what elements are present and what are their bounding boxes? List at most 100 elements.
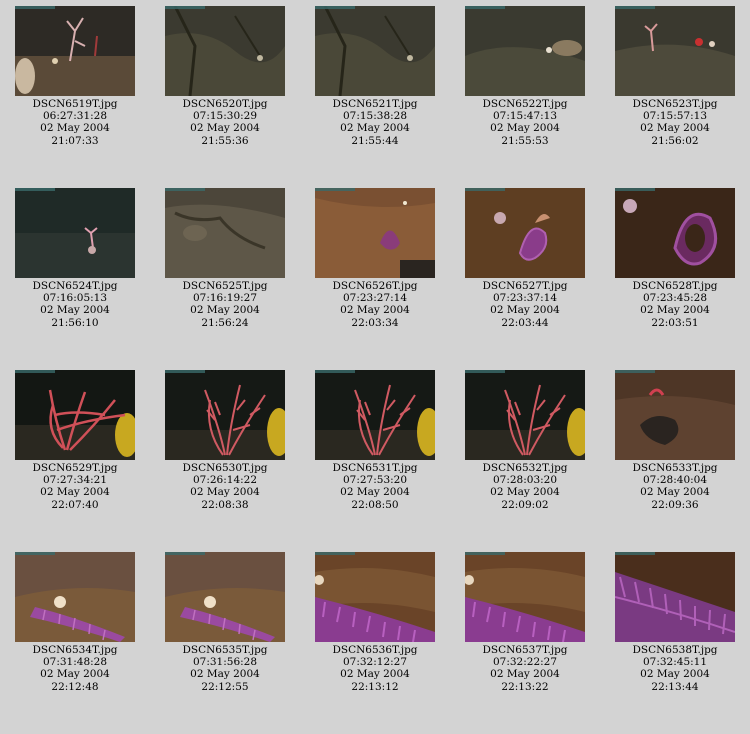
thumbnail-date: 02 May 2004 [340,122,410,135]
thumbnail-cell: DSCN6532T.jpg 07:28:03:20 02 May 2004 22:09… [450,370,600,511]
thumbnail-image[interactable] [315,188,435,278]
thumbnail-date: 02 May 2004 [40,122,110,135]
thumbnail-image[interactable] [615,552,735,642]
thumbnail-image[interactable] [315,370,435,460]
thumbnail-date: 02 May 2004 [340,668,410,681]
thumbnail-timecode: 07:28:03:20 [492,474,558,487]
thumbnail-filename[interactable]: DSCN6536T.jpg [300,644,450,656]
thumbnail-date: 02 May 2004 [340,304,410,317]
thumbnail-image[interactable] [165,6,285,96]
thumbnail-cell: DSCN6526T.jpg 07:23:27:14 02 May 2004 22:03… [300,188,450,329]
thumbnail-cell: DSCN6522T.jpg 07:15:47:13 02 May 2004 21:55… [450,6,600,147]
thumbnail-filename[interactable]: DSCN6521T.jpg [300,98,450,110]
thumbnail-caption: DSCN6525T.jpg 07:16:19:27 02 May 2004 21:56… [150,280,300,329]
thumbnail-image[interactable] [465,370,585,460]
thumbnail-image[interactable] [15,552,135,642]
thumbnail-cell: DSCN6531T.jpg 07:27:53:20 02 May 2004 22:08… [300,370,450,511]
thumbnail-time: 22:13:12 [351,680,399,693]
thumbnail-filename[interactable]: DSCN6527T.jpg [450,280,600,292]
thumbnail-filename[interactable]: DSCN6523T.jpg [600,98,750,110]
thumbnail-timecode: 07:28:40:04 [642,474,708,487]
thumbnail-time: 22:08:38 [201,498,249,511]
thumbnail-filename[interactable]: DSCN6533T.jpg [600,462,750,474]
thumbnail-cell: DSCN6533T.jpg 07:28:40:04 02 May 2004 22:09… [600,370,750,511]
thumbnail-date: 02 May 2004 [490,668,560,681]
thumbnail-date: 02 May 2004 [490,304,560,317]
thumbnail-date: 02 May 2004 [490,486,560,499]
thumbnail-filename[interactable]: DSCN6522T.jpg [450,98,600,110]
thumbnail-timecode: 07:31:48:28 [42,656,108,669]
thumbnail-time: 21:56:24 [201,316,249,329]
thumbnail-filename[interactable]: DSCN6532T.jpg [450,462,600,474]
thumbnail-caption: DSCN6519T.jpg 06:27:31:28 02 May 2004 21:07… [0,98,150,147]
thumbnail-date: 02 May 2004 [190,486,260,499]
thumbnail-image[interactable] [615,370,735,460]
thumbnail-caption: DSCN6524T.jpg 07:16:05:13 02 May 2004 21:56… [0,280,150,329]
thumbnail-date: 02 May 2004 [340,486,410,499]
thumbnail-filename[interactable]: DSCN6528T.jpg [600,280,750,292]
thumbnail-time: 22:09:02 [501,498,549,511]
thumbnail-filename[interactable]: DSCN6529T.jpg [0,462,150,474]
thumbnail-filename[interactable]: DSCN6537T.jpg [450,644,600,656]
thumbnail-date: 02 May 2004 [40,486,110,499]
thumbnail-time: 21:07:33 [51,134,99,147]
thumbnail-image[interactable] [465,6,585,96]
thumbnail-filename[interactable]: DSCN6520T.jpg [150,98,300,110]
thumbnail-caption: DSCN6528T.jpg 07:23:45:28 02 May 2004 22:03… [600,280,750,329]
thumbnail-time: 22:03:51 [651,316,699,329]
thumbnail-image[interactable] [465,552,585,642]
thumbnail-timecode: 07:23:27:14 [342,292,408,305]
thumbnail-image[interactable] [465,188,585,278]
thumbnail-caption: DSCN6536T.jpg 07:32:12:27 02 May 2004 22:13… [300,644,450,693]
thumbnail-caption: DSCN6527T.jpg 07:23:37:14 02 May 2004 22:03… [450,280,600,329]
thumbnail-time: 21:55:36 [201,134,249,147]
thumbnail-caption: DSCN6523T.jpg 07:15:57:13 02 May 2004 21:56… [600,98,750,147]
thumbnail-filename[interactable]: DSCN6535T.jpg [150,644,300,656]
thumbnail-image[interactable] [615,6,735,96]
thumbnail-timecode: 07:26:14:22 [192,474,258,487]
thumbnail-time: 22:03:44 [501,316,549,329]
thumbnail-image[interactable] [15,188,135,278]
thumbnail-time: 22:07:40 [51,498,99,511]
thumbnail-date: 02 May 2004 [40,304,110,317]
thumbnail-image[interactable] [315,6,435,96]
thumbnail-filename[interactable]: DSCN6531T.jpg [300,462,450,474]
thumbnail-image[interactable] [165,370,285,460]
thumbnail-filename[interactable]: DSCN6530T.jpg [150,462,300,474]
thumbnail-image[interactable] [315,552,435,642]
thumbnail-date: 02 May 2004 [640,668,710,681]
thumbnail-filename[interactable]: DSCN6525T.jpg [150,280,300,292]
thumbnail-date: 02 May 2004 [190,668,260,681]
thumbnail-cell: DSCN6529T.jpg 07:27:34:21 02 May 2004 22:07… [0,370,150,511]
thumbnail-filename[interactable]: DSCN6538T.jpg [600,644,750,656]
thumbnail-timecode: 07:15:47:13 [492,110,558,123]
thumbnail-filename[interactable]: DSCN6534T.jpg [0,644,150,656]
thumbnail-image[interactable] [165,552,285,642]
thumbnail-filename[interactable]: DSCN6519T.jpg [0,98,150,110]
thumbnail-time: 22:12:48 [51,680,99,693]
thumbnail-filename[interactable]: DSCN6524T.jpg [0,280,150,292]
thumbnail-caption: DSCN6531T.jpg 07:27:53:20 02 May 2004 22:08… [300,462,450,511]
thumbnail-image[interactable] [165,188,285,278]
thumbnail-timecode: 07:32:22:27 [492,656,558,669]
thumbnail-caption: DSCN6521T.jpg 07:15:38:28 02 May 2004 21:55… [300,98,450,147]
thumbnail-image[interactable] [15,370,135,460]
thumbnail-caption: DSCN6534T.jpg 07:31:48:28 02 May 2004 22:12… [0,644,150,693]
thumbnail-caption: DSCN6538T.jpg 07:32:45:11 02 May 2004 22:13… [600,644,750,693]
thumbnail-caption: DSCN6520T.jpg 07:15:30:29 02 May 2004 21:55… [150,98,300,147]
thumbnail-timecode: 07:16:19:27 [192,292,258,305]
thumbnail-time: 22:13:22 [501,680,549,693]
thumbnail-timecode: 07:16:05:13 [42,292,108,305]
thumbnail-image[interactable] [615,188,735,278]
thumbnail-caption: DSCN6530T.jpg 07:26:14:22 02 May 2004 22:08… [150,462,300,511]
thumbnail-date: 02 May 2004 [640,486,710,499]
thumbnail-filename[interactable]: DSCN6526T.jpg [300,280,450,292]
thumbnail-timecode: 07:31:56:28 [192,656,258,669]
thumbnail-image[interactable] [15,6,135,96]
thumbnail-caption: DSCN6533T.jpg 07:28:40:04 02 May 2004 22:09… [600,462,750,511]
thumbnail-timecode: 07:27:34:21 [42,474,108,487]
thumbnail-time: 21:56:10 [51,316,99,329]
thumbnail-time: 22:13:44 [651,680,699,693]
thumbnail-date: 02 May 2004 [640,122,710,135]
thumbnail-timecode: 07:15:30:29 [192,110,258,123]
